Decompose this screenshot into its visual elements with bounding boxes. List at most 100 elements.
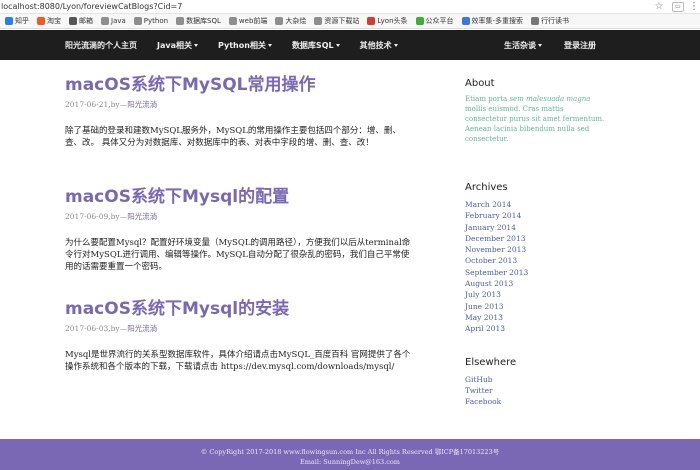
post-excerpt: 为什么要配置Mysql？配置好环境变量（MySQL的调用路径），方便我们以后从t… <box>65 238 411 272</box>
mail-icon <box>69 17 77 25</box>
post-meta: 2017-06-03,by—阳光流淌 <box>65 323 415 334</box>
bookmark-label: 淘宝 <box>47 17 61 25</box>
bookmark-label: Lyon头条 <box>377 17 408 25</box>
nav-other[interactable]: 其他技术 <box>360 40 398 51</box>
bookmark-item[interactable]: 行行读书 <box>531 16 569 26</box>
elsewhere-link[interactable]: Facebook <box>465 396 605 407</box>
bookmark-label: 效率集-多重搜索 <box>471 17 524 25</box>
elsewhere-link[interactable]: GitHub <box>465 374 605 385</box>
bookmark-item[interactable]: Java <box>101 17 126 25</box>
site-brand[interactable]: 阳光流淌的个人主页 <box>65 40 137 51</box>
archive-link[interactable]: February 2014 <box>465 210 605 221</box>
bookmark-label: 公众平台 <box>425 17 454 25</box>
post-title[interactable]: macOS系统下Mysql的配置 <box>65 182 415 207</box>
nav-sql[interactable]: 数据库SQL <box>292 40 340 51</box>
nav-python[interactable]: Python相关 <box>218 40 272 51</box>
bookmark-item[interactable]: Lyon头条 <box>367 16 408 26</box>
elsewhere-list: GitHub Twitter Facebook <box>465 374 605 408</box>
caret-down-icon <box>393 43 398 47</box>
about-text-emphasis: sem malesuada magna <box>509 95 591 103</box>
post-meta: 2017-06-09,by—阳光流淌 <box>65 211 415 222</box>
bookmark-label: 知乎 <box>15 17 29 25</box>
bookmark-item[interactable]: 邮箱 <box>69 16 93 26</box>
bookmark-label: 邮箱 <box>79 17 93 25</box>
post-title[interactable]: macOS系统下MySQL常用操作 <box>65 70 415 95</box>
archives-heading: Archives <box>465 182 508 193</box>
post-excerpt: Mysql是世界流行的关系型数据库软件，具体介绍请点击MySQL_百度百科 官网… <box>65 350 411 372</box>
archive-link[interactable]: November 2013 <box>465 244 605 255</box>
nav-life[interactable]: 生活杂谈 <box>504 40 542 51</box>
post-meta: 2017-06-21,by—阳光流淌 <box>65 99 415 110</box>
about-text-part: Etiam porta <box>465 95 510 103</box>
url-text[interactable]: localhost:8080/Lyon/foreviewCatBlogs?Cid… <box>0 2 650 11</box>
caret-down-icon <box>335 43 340 47</box>
footer-copyright: © CopyRight 2017-2018 www.flowingsun.com… <box>200 448 500 456</box>
archive-link[interactable]: April 2013 <box>465 323 605 334</box>
browser-address-bar[interactable]: localhost:8080/Lyon/foreviewCatBlogs?Cid… <box>0 0 700 14</box>
archive-link[interactable]: May 2013 <box>465 312 605 323</box>
bookmark-item[interactable]: 淘宝 <box>37 16 61 26</box>
nav-life-label: 生活杂谈 <box>504 40 536 50</box>
bookmark-item[interactable]: 大杂烩 <box>275 16 306 26</box>
bookmark-label: 资源下载站 <box>324 17 360 25</box>
about-text: Etiam porta sem malesuada magna mollis e… <box>465 94 605 144</box>
post-title[interactable]: macOS系统下Mysql的安装 <box>65 294 415 319</box>
archive-link[interactable]: December 2013 <box>465 233 605 244</box>
elsewhere-heading: Elsewhere <box>465 356 517 368</box>
caret-down-icon <box>538 43 542 47</box>
archive-link[interactable]: October 2013 <box>465 255 605 266</box>
bookmark-label: 数据库SQL <box>186 17 221 25</box>
folder-icon <box>314 17 323 25</box>
wechat-icon <box>415 17 424 25</box>
bookmark-item[interactable]: 数据库SQL <box>176 16 221 26</box>
archive-link[interactable]: September 2013 <box>465 267 605 278</box>
folder-icon <box>176 17 185 25</box>
search-icon <box>461 17 470 25</box>
bookmark-star-icon[interactable]: ☆ <box>650 1 668 12</box>
bookmark-item[interactable]: 资源下载站 <box>314 16 359 26</box>
bookmark-label: Java <box>111 17 126 25</box>
browser-menu-icon[interactable]: ⋮ <box>688 1 700 12</box>
elsewhere-link[interactable]: Twitter <box>465 385 605 396</box>
post-author[interactable]: 阳光流淌 <box>127 324 157 333</box>
post-item: macOS系统下Mysql的配置 2017-06-09,by—阳光流淌 为什么要… <box>65 182 415 273</box>
archive-link[interactable]: July 2013 <box>465 289 605 300</box>
bookmark-item[interactable]: 效率集-多重搜索 <box>461 16 524 26</box>
archives-list: March 2014 February 2014 January 2014 Decem… <box>465 199 605 335</box>
bookmark-item[interactable]: web前端 <box>228 16 268 26</box>
nav-java[interactable]: Java相关 <box>157 40 198 51</box>
nav-sql-label: 数据库SQL <box>291 40 334 50</box>
toutiao-icon <box>367 17 376 25</box>
post-by: ,by— <box>108 324 128 333</box>
nav-java-label: Java相关 <box>157 40 192 50</box>
sidebar: About Etiam porta sem malesuada magna mo… <box>465 78 605 407</box>
bookmark-label: web前端 <box>238 17 268 25</box>
nav-login[interactable]: 登录注册 <box>564 40 596 51</box>
taobao-icon <box>37 17 45 25</box>
extension-icon[interactable]: ▭ <box>672 1 684 12</box>
bookmark-label: 行行读书 <box>541 17 570 25</box>
caret-down-icon <box>194 43 198 47</box>
bookmark-label: Python <box>143 17 169 25</box>
bookmark-item[interactable]: 知乎 <box>5 16 29 26</box>
post-by: ,by— <box>108 100 128 109</box>
bookmark-item[interactable]: 公众平台 <box>415 16 454 26</box>
zhihu-icon <box>5 17 13 25</box>
post-excerpt: 除了基础的登录和建数MySQL服务外，MySQL的常用操作主要包括四个部分：增、… <box>65 126 401 148</box>
post-date: 2017-06-21 <box>65 100 109 109</box>
caret-down-icon <box>267 43 272 47</box>
site-footer: © CopyRight 2017-2018 www.flowingsun.com… <box>0 439 700 470</box>
about-heading: About <box>465 78 495 89</box>
bookmark-item[interactable]: Python <box>133 17 169 25</box>
archive-link[interactable]: March 2014 <box>465 199 605 210</box>
post-author[interactable]: 阳光流淌 <box>127 100 157 109</box>
post-author[interactable]: 阳光流淌 <box>127 212 157 221</box>
bookmarks-bar: 知乎 淘宝 邮箱 Java Python 数据库SQL web前端 大杂烩 资源下载站 Lyon头… <box>0 14 700 29</box>
folder-icon <box>133 17 142 25</box>
archive-link[interactable]: June 2013 <box>465 301 605 312</box>
folder-icon <box>228 17 237 25</box>
archive-link[interactable]: January 2014 <box>465 222 605 233</box>
folder-icon <box>101 17 109 25</box>
archive-link[interactable]: August 2013 <box>465 278 605 289</box>
post-item: macOS系统下MySQL常用操作 2017-06-21,by—阳光流淌 除了基… <box>65 70 415 149</box>
